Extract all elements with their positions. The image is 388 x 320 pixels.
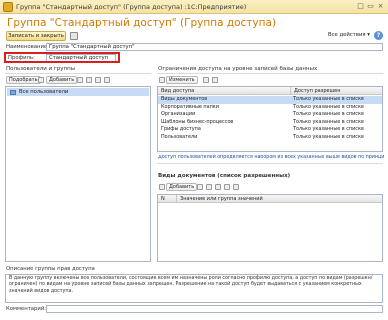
column-header-value[interactable]: Значение или группа значений [176, 195, 382, 203]
close-icon[interactable]: × [376, 2, 385, 11]
save-and-close-button[interactable]: Записать и закрыть [6, 31, 66, 41]
edit-icon[interactable] [206, 184, 212, 190]
access-kind-cell: Организации [161, 111, 196, 117]
change-button[interactable]: Изменить [166, 76, 198, 84]
move-down-icon[interactable] [104, 77, 110, 83]
tree-item-label: Все пользователи [19, 89, 69, 95]
add-icon [159, 184, 165, 190]
access-kind-cell: Грифы доступа [161, 126, 201, 132]
access-kinds-table[interactable]: Вид доступа Доступ разрешен Виды докумен… [157, 86, 383, 152]
restrictions-bottom-divider [157, 163, 383, 164]
copy-icon[interactable] [197, 184, 203, 190]
access-allowed-cell: Только указанные в списке [293, 118, 364, 125]
users-group-icon [10, 90, 16, 95]
users-tree[interactable]: Все пользователи [5, 86, 151, 262]
access-allowed-cell: Только указанные в списке [293, 103, 364, 110]
comment-label: Комментарий: [6, 306, 47, 312]
move-up-icon[interactable] [95, 77, 101, 83]
access-rule-note[interactable]: Доступ пользователей определяется наборо… [158, 155, 384, 160]
doc-kinds-table[interactable]: N Значение или группа значений [157, 194, 383, 262]
restrictions-panel-divider [157, 73, 383, 74]
app-icon [3, 2, 13, 12]
users-panel-divider [5, 73, 151, 74]
window-titlebar: Группа "Стандартный доступ" (Группа дост… [0, 0, 388, 14]
description-box: В данную группу включены все пользовател… [5, 274, 383, 303]
name-label: Наименование: [6, 44, 49, 50]
add-doc-kind-button[interactable]: Добавить [166, 183, 198, 191]
add-icon [38, 77, 44, 83]
move-down-icon[interactable] [212, 77, 218, 83]
edit-icon[interactable] [77, 77, 83, 83]
name-field[interactable]: Группа "Стандартный доступ" [46, 43, 383, 51]
save-icon[interactable] [70, 32, 78, 40]
comment-field[interactable] [46, 305, 383, 313]
move-down-icon[interactable] [233, 184, 239, 190]
access-allowed-cell: Только указанные в списке [293, 111, 364, 117]
access-kind-cell: Шаблоны бизнес-процессов [161, 118, 234, 125]
description-label: Описание группы прав доступа [6, 266, 95, 272]
pencil-icon [159, 77, 165, 83]
users-panel-title: Пользователи и группы [6, 66, 76, 72]
docs-panel-title: Виды документов (список разрешенных) [158, 173, 291, 179]
access-kind-cell: Корпоративные папки [161, 103, 219, 110]
access-allowed-cell: Только указанные в списке [293, 96, 364, 102]
add-user-button[interactable]: Добавить [46, 76, 78, 84]
delete-icon[interactable] [215, 184, 221, 190]
restrictions-panel-title: Ограничения доступа на уровне записей ба… [158, 66, 318, 72]
window-title: Группа "Стандартный доступ" (Группа дост… [16, 3, 247, 11]
help-button[interactable]: ? [374, 31, 383, 40]
column-header-kind[interactable]: Вид доступа [158, 87, 290, 95]
select-users-button[interactable]: Подобрать [6, 76, 41, 84]
access-allowed-cell: Только указанные в списке [293, 126, 364, 132]
page-title: Группа "Стандартный доступ" (Группа дост… [7, 17, 277, 29]
delete-icon[interactable] [86, 77, 92, 83]
access-allowed-cell: Только указанные в списке [293, 133, 364, 140]
maximize-icon[interactable]: ▭ [366, 2, 375, 11]
access-kind-cell: Виды документов [161, 96, 208, 102]
access-kind-cell: Пользователи [161, 133, 198, 140]
column-header-number[interactable]: N [158, 195, 176, 203]
restore-icon[interactable]: □ [356, 2, 365, 11]
move-up-icon[interactable] [224, 184, 230, 190]
tree-item-all-users[interactable]: Все пользователи [7, 88, 149, 96]
profile-highlight-frame [4, 52, 120, 63]
move-up-icon[interactable] [203, 77, 209, 83]
column-header-access[interactable]: Доступ разрешен [290, 87, 382, 95]
more-actions-menu[interactable]: Все действия ▾ [328, 32, 370, 38]
